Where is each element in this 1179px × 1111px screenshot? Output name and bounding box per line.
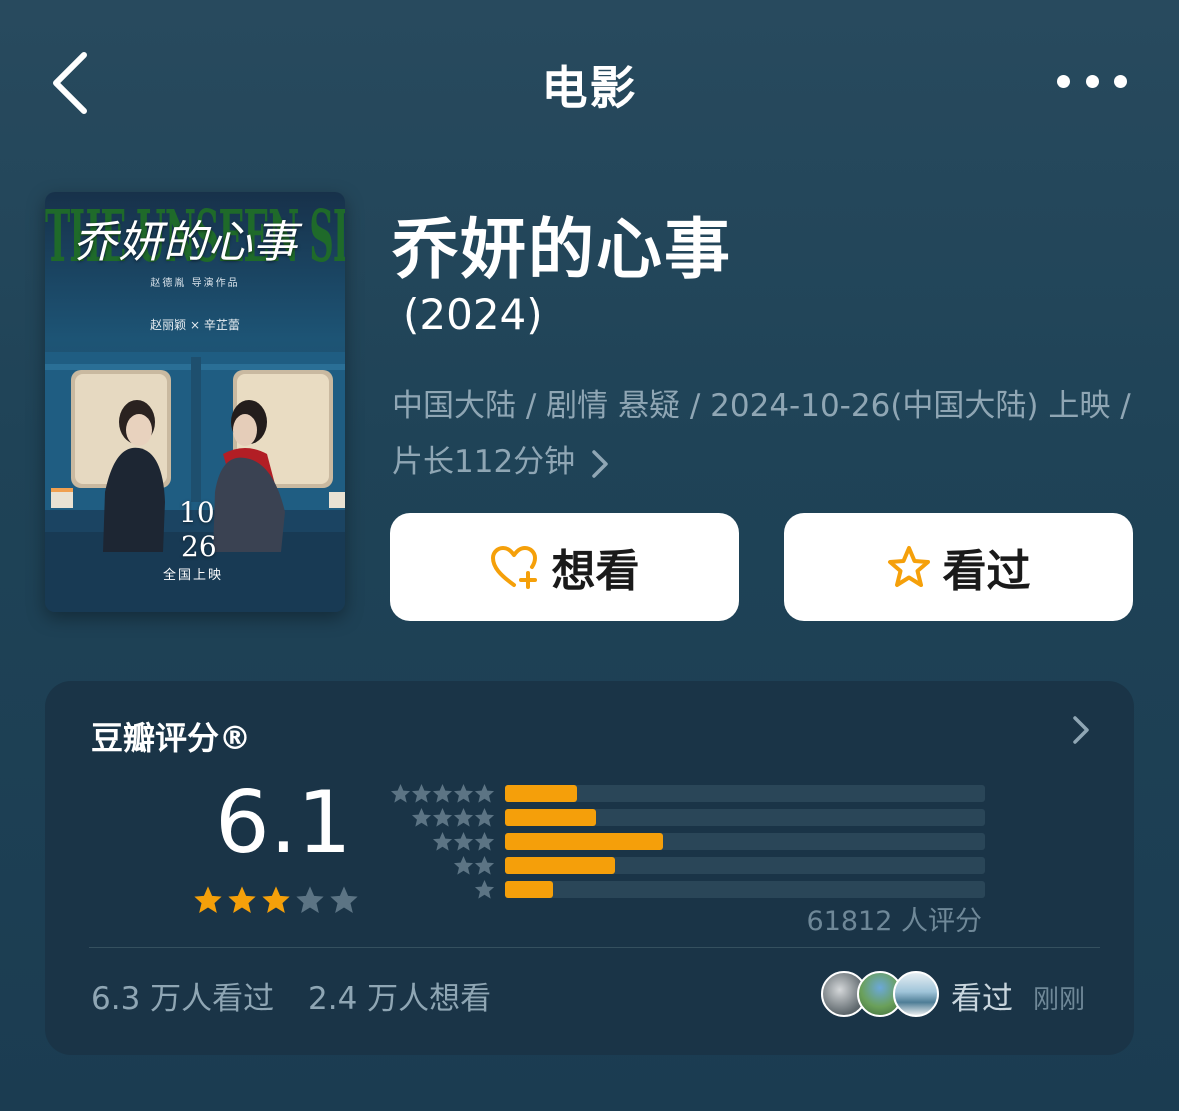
star-icon xyxy=(453,855,474,875)
distribution-row xyxy=(383,829,993,853)
distribution-bar xyxy=(505,880,553,898)
star-icon xyxy=(432,807,453,827)
distribution-bar xyxy=(505,832,664,850)
star-icon xyxy=(411,783,432,803)
poster-chinese-title: 乔妍的心事 xyxy=(73,217,298,268)
movie-title: 乔妍的心事 xyxy=(392,211,732,288)
star-filled-icon xyxy=(262,886,290,913)
star-icon xyxy=(453,807,474,827)
distribution-stars xyxy=(383,855,495,876)
distribution-row xyxy=(383,805,993,829)
want-to-watch-label: 想看 xyxy=(551,546,640,597)
poster-cast: 赵丽颖 × 辛芷蕾 xyxy=(150,318,240,332)
poster-release: 全国上映 xyxy=(163,568,224,583)
star-icon xyxy=(390,783,411,803)
heart-plus-icon xyxy=(490,546,537,589)
distribution-track xyxy=(505,880,985,898)
star-filled-icon xyxy=(194,886,222,913)
distribution-stars xyxy=(383,783,495,804)
star-icon xyxy=(432,831,453,851)
rating-distribution xyxy=(383,781,993,901)
recent-activity-label: 看过 xyxy=(951,981,1013,1017)
chevron-right-icon xyxy=(592,449,608,478)
movie-poster[interactable]: THE UNSEEN SISTER 乔妍的心事 赵德胤 导演作品 赵丽颖 × 辛… xyxy=(45,192,345,612)
distribution-bar xyxy=(505,808,597,826)
avatar xyxy=(893,971,939,1017)
page-title: 电影 xyxy=(541,61,638,115)
more-horizontal-icon xyxy=(1057,74,1070,88)
more-button[interactable] xyxy=(1057,62,1127,100)
star-icon xyxy=(411,807,432,827)
divider xyxy=(89,947,1100,948)
poster-date-month: 10 xyxy=(179,496,215,529)
watched-button[interactable]: 看过 xyxy=(784,513,1133,621)
star-icon xyxy=(474,807,495,827)
rating-score: 6.1 xyxy=(215,773,352,873)
distribution-bar xyxy=(505,784,577,802)
recent-activity-time: 刚刚 xyxy=(1033,985,1086,1015)
star-icon xyxy=(474,855,495,875)
distribution-track xyxy=(505,808,985,826)
chevron-right-icon[interactable] xyxy=(1072,715,1090,745)
distribution-row xyxy=(383,781,993,805)
watched-count: 6.3 万人看过 xyxy=(91,981,275,1017)
star-filled-icon xyxy=(228,886,256,913)
star-outline-icon xyxy=(887,546,930,587)
star-empty-icon xyxy=(330,886,358,913)
distribution-bar xyxy=(505,856,616,874)
distribution-track xyxy=(505,856,985,874)
distribution-track xyxy=(505,832,985,850)
rating-stars xyxy=(193,885,359,915)
star-icon xyxy=(474,879,495,899)
star-icon xyxy=(474,831,495,851)
distribution-row xyxy=(383,853,993,877)
poster-date-day: 26 xyxy=(181,530,217,563)
distribution-stars xyxy=(383,831,495,852)
want-count: 2.4 万人想看 xyxy=(308,981,492,1017)
watched-label: 看过 xyxy=(942,546,1031,597)
star-icon xyxy=(453,783,474,803)
friend-avatars[interactable] xyxy=(821,971,941,1019)
rating-card[interactable]: 豆瓣评分® 6.1 61812 人评分 6.3 万人看过 2.4 万人想看 看过… xyxy=(45,681,1134,1055)
distribution-stars xyxy=(383,807,495,828)
distribution-stars xyxy=(383,879,495,900)
rating-count: 61812 人评分 xyxy=(806,906,982,937)
poster-director: 赵德胤 导演作品 xyxy=(150,278,240,289)
distribution-row xyxy=(383,877,993,901)
movie-year: (2024) xyxy=(403,290,543,339)
star-icon xyxy=(432,783,453,803)
star-icon xyxy=(453,831,474,851)
movie-meta[interactable]: 中国大陆 / 剧情 悬疑 / 2024-10-26(中国大陆) 上映 / 片长1… xyxy=(392,378,1132,490)
movie-meta-text: 中国大陆 / 剧情 悬疑 / 2024-10-26(中国大陆) 上映 / 片长1… xyxy=(392,388,1131,480)
star-icon xyxy=(474,783,495,803)
star-empty-icon xyxy=(296,886,324,913)
want-to-watch-button[interactable]: 想看 xyxy=(390,513,739,621)
distribution-track xyxy=(505,784,985,802)
rating-card-title: 豆瓣评分® xyxy=(91,719,252,757)
